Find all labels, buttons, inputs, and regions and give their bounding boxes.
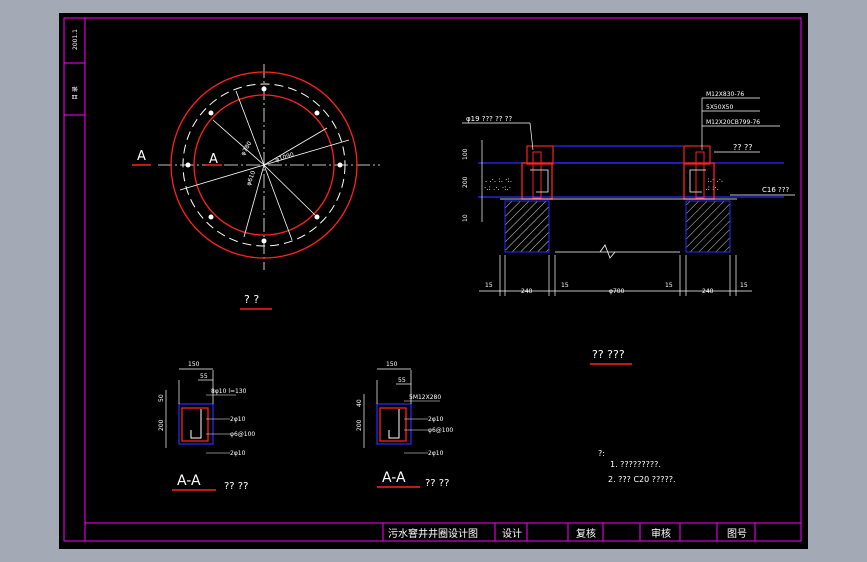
sr-dim-150: 150 bbox=[386, 361, 398, 368]
sr-dim-40: 40 bbox=[356, 399, 363, 407]
design-label: 设计 bbox=[502, 527, 522, 540]
sl-label-4: 2φ10 bbox=[230, 450, 246, 457]
callout-4: ?? ?? bbox=[733, 143, 753, 152]
sl-label-3: φ6@100 bbox=[230, 431, 255, 438]
sr-label-2: 2φ10 bbox=[428, 416, 444, 423]
dim-v-10: 10 bbox=[462, 214, 469, 222]
sr-label-3: φ6@100 bbox=[428, 427, 453, 434]
dim-bottom-1: 15 bbox=[485, 282, 493, 289]
svg-text:. .·. :. ·:.: . .·. :. ·:. bbox=[485, 176, 512, 184]
dim-v-100: 100 bbox=[462, 148, 469, 160]
dim-bottom-3: 15 bbox=[561, 282, 569, 289]
notes-line1: 1. ?????????. bbox=[610, 460, 661, 469]
dim-bottom-4: φ700 bbox=[609, 288, 625, 295]
sl-dim-150: 150 bbox=[188, 361, 200, 368]
sr-label-4: 2φ10 bbox=[428, 450, 444, 457]
svg-text:. :.· .·.: . :.· .·. bbox=[703, 176, 723, 184]
sl-dim-50: 50 bbox=[158, 394, 165, 402]
right-wall bbox=[685, 200, 731, 253]
notes-line2: 2. ??? C20 ?????. bbox=[608, 475, 676, 484]
approve-label: 审核 bbox=[651, 527, 671, 540]
sr-caption: ?? ?? bbox=[425, 478, 449, 489]
notes-heading: ?: bbox=[598, 449, 605, 458]
sr-dim-200: 200 bbox=[356, 419, 363, 431]
sl-label-2: 2φ10 bbox=[230, 416, 246, 423]
sl-label-top: 8φ10 l=130 bbox=[211, 388, 247, 395]
drawing-title: 污水窨井井圈设计图 bbox=[388, 527, 478, 540]
callout-5: C16 ??? bbox=[762, 186, 789, 194]
sl-title: A-A bbox=[177, 473, 201, 489]
dim-bottom-2: 240 bbox=[521, 288, 533, 295]
svg-text:·.: .·. ·:.·: ·.: .·. ·:.· bbox=[484, 184, 511, 192]
callout-3: M12X20CB799-76 bbox=[706, 119, 760, 126]
sr-dim-55: 55 bbox=[398, 377, 406, 384]
callout-1: M12X830-76 bbox=[706, 91, 744, 98]
sl-dim-55: 55 bbox=[200, 373, 208, 380]
review-label: 复核 bbox=[576, 527, 596, 540]
sl-dim-200: 200 bbox=[158, 419, 165, 431]
section-mark-right: A bbox=[209, 152, 218, 167]
sr-label-top: 5M12X280 bbox=[409, 394, 441, 401]
dim-v-200: 200 bbox=[462, 176, 469, 188]
section-mark-left: A bbox=[137, 149, 146, 164]
dim-bottom-6: 240 bbox=[702, 288, 714, 295]
callout-2: 5X50X50 bbox=[706, 104, 733, 111]
sr-title: A-A bbox=[382, 470, 406, 486]
drawing-no-label: 图号 bbox=[727, 528, 747, 540]
plan-caption: ? ? bbox=[244, 293, 259, 306]
callout-left: φ19 ??? ?? ?? bbox=[466, 115, 512, 123]
drawing-sheet bbox=[59, 13, 808, 549]
sl-caption: ?? ?? bbox=[224, 481, 248, 492]
svg-text:·.: :·.: ·.: :·. bbox=[703, 184, 719, 192]
dim-bottom-5: 15 bbox=[665, 282, 673, 289]
dim-bottom-7: 15 bbox=[740, 282, 748, 289]
side-strip-bottom-text: 目 录 bbox=[71, 86, 79, 100]
left-wall bbox=[504, 200, 550, 253]
cad-drawing: 2001.1 目 录 污水窨井井圈设计图 设计 复核 审核 图号 φ1090 φ… bbox=[59, 13, 808, 549]
elevation-caption: ?? ??? bbox=[592, 348, 625, 361]
side-strip-top-text: 2001.1 bbox=[72, 29, 79, 50]
